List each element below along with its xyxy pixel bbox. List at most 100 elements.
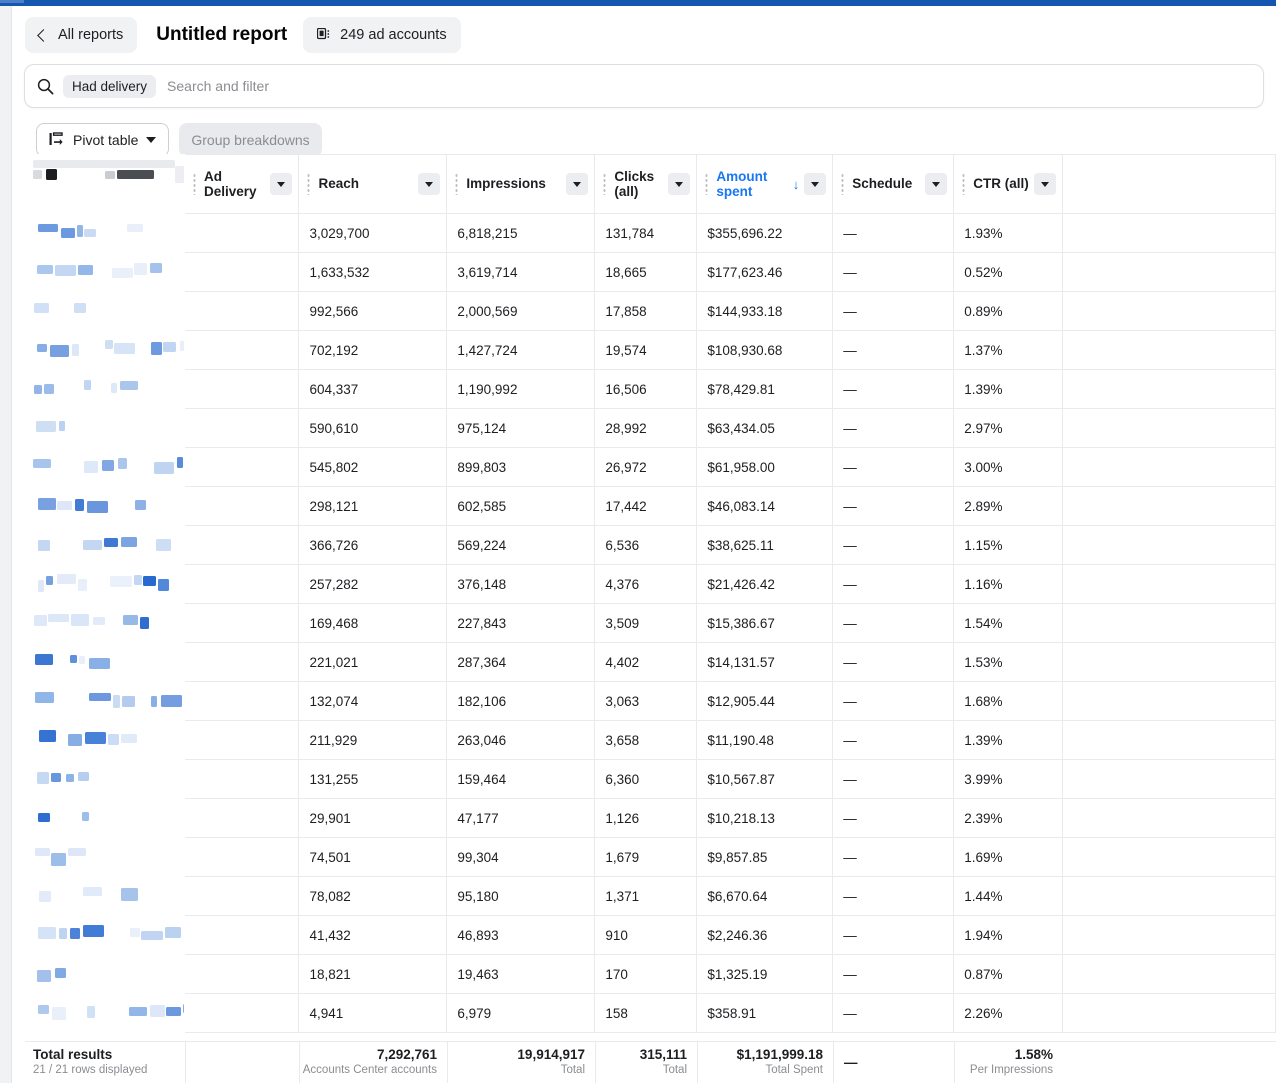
column-resize-handle[interactable]: [455, 173, 459, 195]
table-row[interactable]: 3,029,700 6,818,215 131,784 $355,696.22—1.9…: [185, 213, 1276, 253]
table-row[interactable]: 604,337 1,190,992 16,506 $78,429.81—1.39%: [185, 369, 1276, 409]
cell-reach: 702,192: [298, 330, 448, 370]
cell-schedule: —: [832, 759, 955, 799]
table-row[interactable]: 78,082 95,180 1,371 $6,670.64—1.44%: [185, 876, 1276, 916]
column-header-schedule[interactable]: Schedule: [832, 154, 955, 214]
redacted-block: [65, 774, 74, 783]
redacted-block: [157, 579, 169, 592]
column-resize-handle[interactable]: [962, 173, 966, 195]
cell-reach: 221,021: [298, 642, 448, 682]
table-row[interactable]: 702,192 1,427,724 19,574 $108,930.68—1.37%: [185, 330, 1276, 370]
cell-clicks: 6,536: [594, 525, 698, 565]
column-header-reach[interactable]: Reach: [298, 154, 448, 214]
column-resize-handle[interactable]: [193, 173, 196, 195]
report-header: All reports Untitled report 249 ad accou…: [12, 6, 1276, 64]
app-shell: All reports Untitled report 249 ad accou…: [0, 6, 1276, 1083]
cell-empty: [1062, 291, 1276, 331]
cell-empty: [1062, 213, 1276, 253]
table-row[interactable]: 4,941 6,979 158 $358.91—2.26%: [185, 993, 1276, 1033]
search-input[interactable]: [165, 77, 1251, 95]
column-header-ctr-all[interactable]: CTR (all): [953, 154, 1064, 214]
sort-descending-icon: ↓: [792, 176, 800, 192]
table-row[interactable]: 29,901 47,177 1,126 $10,218.13—2.39%: [185, 798, 1276, 838]
column-resize-handle[interactable]: [307, 173, 311, 195]
cell-ad-delivery: [185, 681, 300, 721]
redacted-block: [38, 1004, 49, 1015]
chevron-down-icon[interactable]: [270, 173, 293, 195]
column-resize-handle[interactable]: [705, 173, 709, 195]
ad-accounts-icon: [317, 27, 332, 42]
cell-ad-delivery: [185, 993, 300, 1033]
chevron-down-icon[interactable]: [566, 173, 589, 195]
cell-empty: [1062, 876, 1276, 916]
table-row[interactable]: 992,566 2,000,569 17,858 $144,933.18—0.89%: [185, 291, 1276, 331]
cell-ad-delivery: [185, 486, 300, 526]
cell-ctr: 1.69%: [953, 837, 1064, 877]
cell-clicks: 4,402: [594, 642, 698, 682]
pivot-table-button[interactable]: Pivot table: [36, 123, 170, 157]
footer-cell-value: 315,111: [639, 1047, 687, 1062]
redacted-account-name: [25, 680, 184, 719]
table-row[interactable]: 169,468 227,843 3,509 $15,386.67—1.54%: [185, 603, 1276, 643]
redacted-block: [46, 575, 54, 585]
filter-chip-had-delivery[interactable]: Had delivery: [63, 74, 157, 98]
group-breakdowns-label: Group breakdowns: [191, 132, 310, 148]
table-row[interactable]: 545,802 899,803 26,972 $61,958.00—3.00%: [185, 447, 1276, 487]
redacted-block: [86, 1005, 95, 1019]
table-row[interactable]: 1,633,532 3,619,714 18,665 $177,623.46—0.52…: [185, 252, 1276, 292]
table-row[interactable]: 131,255 159,464 6,360 $10,567.87—3.99%: [185, 759, 1276, 799]
table-row[interactable]: 590,610 975,124 28,992 $63,434.05—2.97%: [185, 408, 1276, 448]
column-resize-handle[interactable]: [841, 173, 845, 195]
column-header-ad-delivery[interactable]: Ad Delivery: [185, 154, 300, 214]
cell-amount-spent: $46,083.14: [696, 486, 834, 526]
rows-displayed-count: 21 / 21 rows displayed: [33, 1064, 148, 1076]
top-bar-accent: [0, 0, 24, 3]
column-header-label: Impressions: [466, 176, 546, 192]
group-breakdowns-button[interactable]: Group breakdowns: [179, 123, 322, 157]
redacted-block: [82, 812, 90, 822]
table-row[interactable]: 211,929 263,046 3,658 $11,190.48—1.39%: [185, 720, 1276, 760]
cell-ctr: 2.26%: [953, 993, 1064, 1033]
redacted-block: [70, 928, 80, 939]
all-reports-button[interactable]: All reports: [25, 17, 138, 53]
redacted-block: [59, 928, 68, 939]
redacted-block: [108, 733, 120, 745]
redacted-block: [54, 968, 67, 978]
table-row[interactable]: 18,821 19,463 170 $1,325.19—0.87%: [185, 954, 1276, 994]
chevron-down-icon[interactable]: [804, 173, 827, 195]
table-row[interactable]: 221,021 287,364 4,402 $14,131.57—1.53%: [185, 642, 1276, 682]
footer-cell: [185, 1042, 299, 1083]
chevron-down-icon[interactable]: [1034, 173, 1057, 195]
table-row[interactable]: 41,432 46,893 910 $2,246.36—1.94%: [185, 915, 1276, 955]
redacted-block: [76, 224, 83, 237]
redacted-account-name: [25, 992, 184, 1031]
table-row[interactable]: 366,726 569,224 6,536 $38,625.11—1.15%: [185, 525, 1276, 565]
table-row[interactable]: 298,121 602,585 17,442 $46,083.14—2.89%: [185, 486, 1276, 526]
cell-amount-spent: $6,670.64: [696, 876, 834, 916]
ad-accounts-button[interactable]: 249 ad accounts: [303, 17, 461, 53]
cell-empty: [1062, 798, 1276, 838]
chevron-down-icon[interactable]: [668, 173, 691, 195]
cell-clicks: 170: [594, 954, 698, 994]
column-resize-handle[interactable]: [603, 173, 607, 195]
column-header-impressions[interactable]: Impressions: [446, 154, 596, 214]
cell-ctr: 1.39%: [953, 369, 1064, 409]
chevron-down-icon[interactable]: [925, 173, 948, 195]
redacted-block: [111, 267, 133, 278]
redacted-block: [34, 691, 55, 704]
chevron-down-icon[interactable]: [418, 173, 441, 195]
column-header-clicks-all[interactable]: Clicks (all): [594, 154, 698, 214]
cell-clicks: 3,063: [594, 681, 698, 721]
column-header-amount-spent[interactable]: Amount spent ↓: [696, 154, 834, 214]
cell-schedule: —: [832, 447, 955, 487]
search-and-filter-bar[interactable]: Had delivery: [24, 64, 1264, 108]
cell-schedule: —: [832, 291, 955, 331]
table-row[interactable]: 132,074 182,106 3,063 $12,905.44—1.68%: [185, 681, 1276, 721]
table-row[interactable]: 257,282 376,148 4,376 $21,426.42—1.16%: [185, 564, 1276, 604]
table-row[interactable]: 74,501 99,304 1,679 $9,857.85—1.69%: [185, 837, 1276, 877]
redacted-block: [105, 340, 114, 350]
redacted-block: [33, 302, 50, 314]
redacted-block: [130, 927, 140, 937]
redacted-block: [105, 171, 115, 179]
redacted-block: [139, 617, 149, 630]
